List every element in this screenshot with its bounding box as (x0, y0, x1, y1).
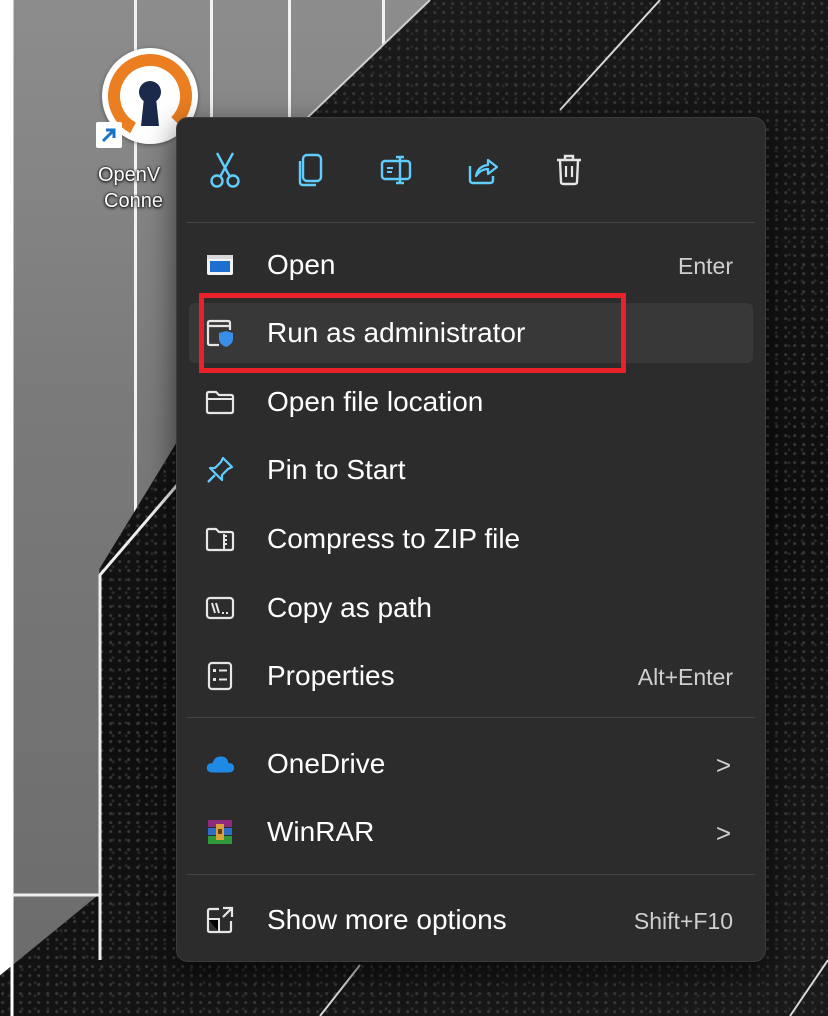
rename-icon (380, 155, 412, 185)
properties-icon (205, 661, 235, 691)
menu-item-label: OneDrive (267, 748, 386, 779)
menu-item-show-more-options[interactable]: Show more options Shift+F10 (189, 890, 753, 950)
menu-item-compress-to-zip[interactable]: Compress to ZIP file (189, 509, 753, 569)
trash-icon (557, 154, 581, 186)
menu-item-copy-as-path[interactable]: Copy as path (189, 578, 753, 638)
winrar-icon (205, 817, 235, 847)
shortcut-arrow-icon (96, 122, 122, 148)
menu-item-label: WinRAR (267, 816, 375, 847)
menu-separator (187, 874, 755, 875)
menu-item-shortcut: Shift+F10 (633, 908, 733, 934)
quick-actions-bar (177, 118, 765, 222)
submenu-chevron-icon: > (715, 750, 731, 780)
share-icon (468, 158, 499, 185)
folder-icon (205, 387, 235, 417)
open-window-icon (205, 250, 235, 280)
menu-separator (187, 222, 755, 223)
menu-item-label: Open file location (267, 386, 484, 417)
delete-button[interactable] (541, 142, 597, 198)
menu-item-label: Compress to ZIP file (267, 523, 521, 554)
menu-item-onedrive[interactable]: OneDrive > (189, 734, 753, 794)
menu-item-shortcut: Enter (678, 253, 733, 279)
context-menu: Open Enter Run as administrator Open fil… (176, 117, 766, 962)
menu-item-open-file-location[interactable]: Open file location (189, 372, 753, 432)
cut-button[interactable] (197, 142, 253, 198)
share-button[interactable] (455, 142, 511, 198)
menu-item-label: Pin to Start (267, 454, 406, 485)
menu-item-label: Show more options (267, 904, 507, 935)
path-icon (205, 593, 235, 623)
copy-button[interactable] (283, 142, 339, 198)
menu-item-label: Run as administrator (267, 317, 526, 348)
menu-item-label: Properties (267, 660, 395, 691)
shield-window-icon (205, 318, 235, 348)
menu-item-winrar[interactable]: WinRAR > (189, 802, 753, 862)
menu-item-open[interactable]: Open Enter (189, 235, 753, 295)
menu-item-run-as-administrator[interactable]: Run as administrator (189, 303, 753, 363)
menu-item-pin-to-start[interactable]: Pin to Start (189, 440, 753, 500)
rename-button[interactable] (369, 142, 425, 198)
menu-separator (187, 717, 755, 718)
copy-icon (298, 153, 323, 187)
menu-item-label: Copy as path (267, 592, 432, 623)
menu-item-shortcut: Alt+Enter (637, 664, 733, 690)
menu-item-label: Open (267, 249, 336, 280)
scissors-icon (210, 152, 240, 188)
more-options-icon (205, 905, 235, 935)
onedrive-cloud-icon (205, 749, 235, 779)
pin-icon (205, 455, 235, 485)
menu-item-properties[interactable]: Properties Alt+Enter (189, 646, 753, 706)
submenu-chevron-icon: > (715, 818, 731, 848)
zip-folder-icon (205, 524, 235, 554)
